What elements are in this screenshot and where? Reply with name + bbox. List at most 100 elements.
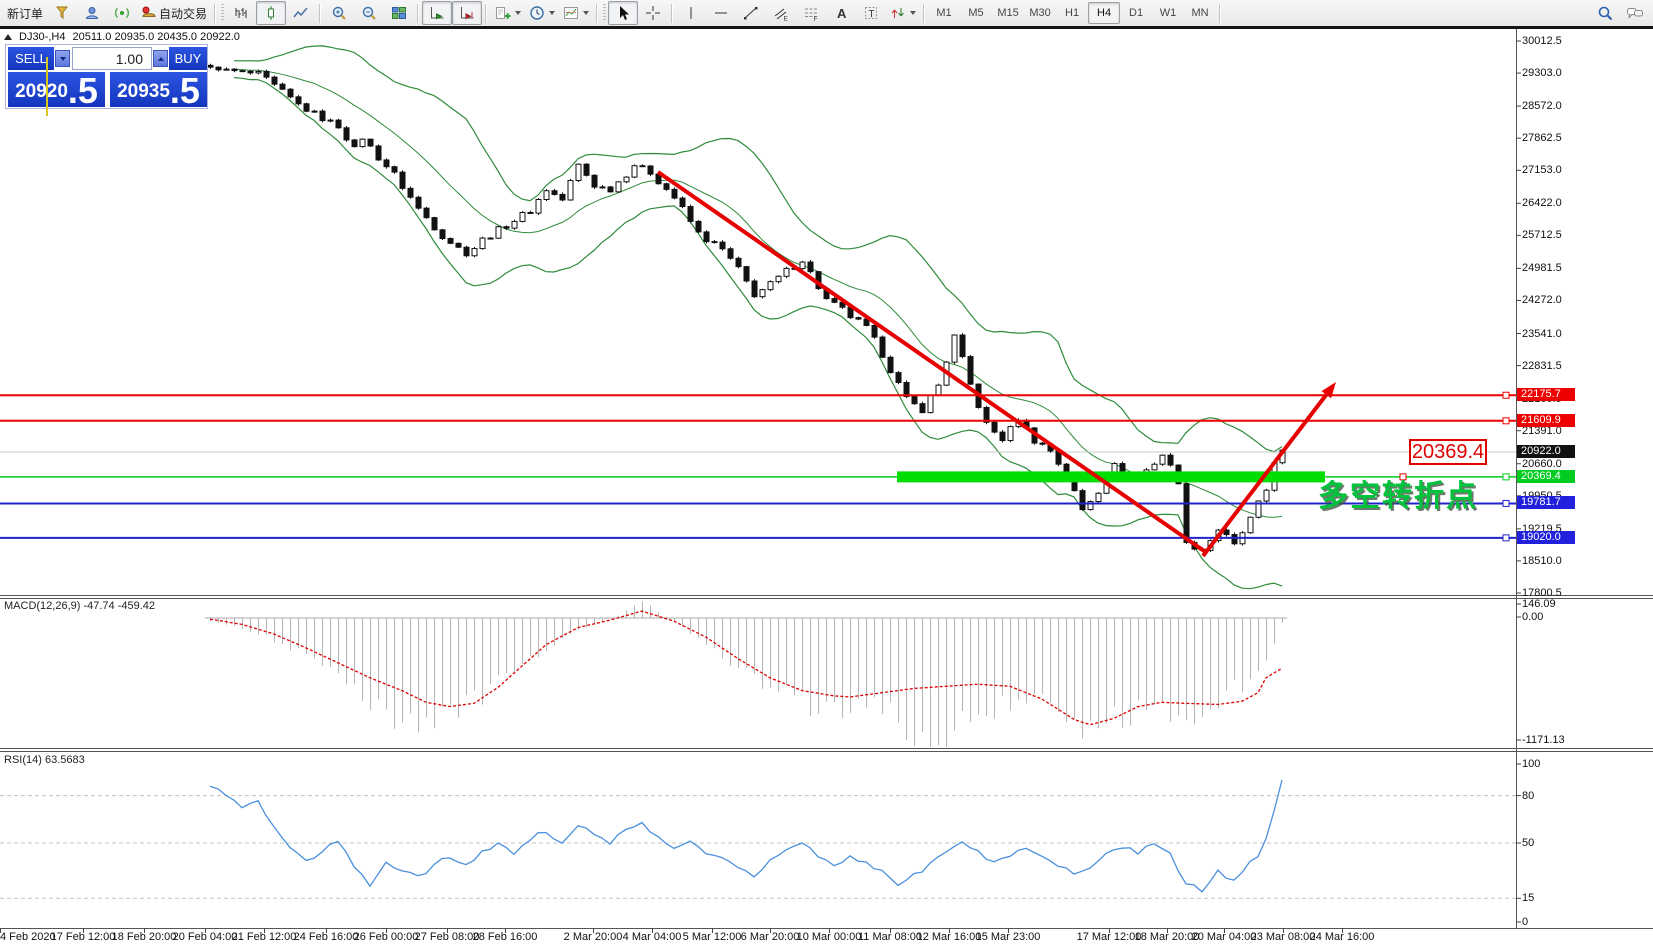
candle-body bbox=[968, 357, 973, 385]
pivot-annotation[interactable]: 多空转折点 bbox=[1318, 471, 1478, 515]
candle-body bbox=[1184, 484, 1189, 543]
fibonacci-button[interactable]: F bbox=[796, 1, 826, 25]
candle-body bbox=[352, 140, 357, 147]
bar-chart-button[interactable] bbox=[226, 1, 256, 25]
candle-body bbox=[776, 276, 781, 281]
vertical-line-button[interactable] bbox=[676, 1, 706, 25]
candle-body bbox=[208, 65, 213, 67]
fibonacci-icon: F bbox=[803, 5, 819, 21]
candle-body bbox=[416, 197, 421, 208]
volume-input[interactable] bbox=[72, 47, 152, 70]
line-chart-button[interactable] bbox=[286, 1, 316, 25]
zoom-in-button[interactable] bbox=[324, 1, 354, 25]
bollinger-middle bbox=[234, 69, 1282, 517]
volume-increase-button[interactable] bbox=[153, 50, 168, 67]
candle-body bbox=[960, 335, 965, 357]
auto-trading-label: 自动交易 bbox=[159, 5, 207, 22]
line-handle[interactable] bbox=[1503, 474, 1509, 480]
candle-body bbox=[888, 357, 893, 372]
auto-trading-button[interactable]: 自动交易 bbox=[137, 1, 211, 25]
zoom-in-icon bbox=[331, 5, 347, 21]
collapse-arrow-icon[interactable] bbox=[4, 34, 12, 40]
zoom-out-button[interactable] bbox=[354, 1, 384, 25]
line-handle[interactable] bbox=[1503, 500, 1509, 506]
candlestick-chart-button[interactable] bbox=[256, 1, 286, 25]
candle-body bbox=[568, 181, 573, 200]
candle-body bbox=[1080, 491, 1085, 510]
timeframe-h4[interactable]: H4 bbox=[1088, 2, 1120, 24]
chart-canvas[interactable]: 30012.529303.028572.027862.527153.026422… bbox=[0, 0, 1653, 949]
line-handle[interactable] bbox=[1503, 418, 1509, 424]
crosshair-icon bbox=[645, 5, 661, 21]
candle-body bbox=[384, 160, 389, 167]
text-label-button[interactable]: T bbox=[856, 1, 886, 25]
chat-button[interactable] bbox=[1620, 1, 1650, 25]
candle-body bbox=[728, 249, 733, 259]
candle-body bbox=[480, 238, 485, 249]
candle-body bbox=[616, 182, 621, 192]
arrows-tool-button[interactable] bbox=[886, 1, 920, 25]
level-price-label[interactable]: 20369.4 bbox=[1409, 439, 1487, 465]
candle-body bbox=[704, 232, 709, 242]
timeframe-mn[interactable]: MN bbox=[1184, 2, 1216, 24]
candle-body bbox=[224, 69, 229, 70]
auto-scroll-button[interactable] bbox=[422, 1, 452, 25]
toolbar-separator bbox=[214, 4, 216, 23]
downtrend-line[interactable] bbox=[658, 172, 1207, 553]
buy-price-display[interactable]: 20935 .5 bbox=[110, 72, 207, 107]
filter-button[interactable] bbox=[47, 1, 77, 25]
timeframe-w1[interactable]: W1 bbox=[1152, 2, 1184, 24]
candle-body bbox=[312, 111, 317, 112]
search-button[interactable] bbox=[1590, 1, 1620, 25]
trendline-button[interactable] bbox=[736, 1, 766, 25]
timeframe-m5[interactable]: M5 bbox=[960, 2, 992, 24]
volume-decrease-button[interactable] bbox=[55, 50, 70, 67]
new-order-button[interactable]: 新订单 bbox=[3, 1, 47, 25]
cursor-button[interactable] bbox=[608, 1, 638, 25]
candle-body bbox=[440, 230, 445, 239]
chart-shift-button[interactable] bbox=[452, 1, 482, 25]
candle-body bbox=[448, 239, 453, 244]
candle-body bbox=[736, 258, 741, 266]
zoom-out-icon bbox=[361, 5, 377, 21]
candle-body bbox=[1168, 455, 1173, 465]
horizontal-line-button[interactable] bbox=[706, 1, 736, 25]
signal-button[interactable] bbox=[107, 1, 137, 25]
vertical-line-object[interactable] bbox=[46, 57, 48, 116]
candle-body bbox=[488, 238, 493, 239]
timeframe-m30[interactable]: M30 bbox=[1024, 2, 1056, 24]
buy-price-frac: .5 bbox=[170, 75, 200, 107]
timeframe-m15[interactable]: M15 bbox=[992, 2, 1024, 24]
bollinger-upper bbox=[234, 46, 1282, 452]
periods-button[interactable] bbox=[525, 1, 559, 25]
candle-body bbox=[1232, 535, 1237, 544]
sell-price-display[interactable]: 20920 .5 bbox=[8, 72, 105, 107]
chat-bubbles-icon bbox=[1626, 5, 1644, 21]
candle-body bbox=[280, 84, 285, 89]
indicators-button[interactable] bbox=[490, 1, 525, 25]
tile-windows-button[interactable] bbox=[384, 1, 414, 25]
candle-body bbox=[672, 189, 677, 198]
timeframe-d1[interactable]: D1 bbox=[1120, 2, 1152, 24]
line-handle[interactable] bbox=[1503, 392, 1509, 398]
timeframe-m1[interactable]: M1 bbox=[928, 2, 960, 24]
profile-button[interactable] bbox=[77, 1, 107, 25]
template-chart-icon bbox=[563, 5, 579, 21]
buy-button[interactable]: BUY bbox=[169, 47, 207, 70]
auto-trading-icon bbox=[141, 5, 157, 21]
equidistant-channel-button[interactable]: E bbox=[766, 1, 796, 25]
line-handle[interactable] bbox=[1503, 535, 1509, 541]
candle-body bbox=[1160, 455, 1165, 464]
buy-price-int: 20935 bbox=[117, 81, 170, 107]
candlestick-chart-icon bbox=[263, 5, 279, 21]
timeframe-h1[interactable]: H1 bbox=[1056, 2, 1088, 24]
candle-body bbox=[400, 172, 405, 188]
profile-icon bbox=[84, 5, 100, 21]
crosshair-button[interactable] bbox=[638, 1, 668, 25]
text-tool-button[interactable]: A bbox=[826, 1, 856, 25]
toolbar-separator bbox=[671, 4, 673, 23]
candle-body bbox=[1264, 490, 1269, 501]
candle-body bbox=[464, 247, 469, 256]
bar-chart-icon bbox=[233, 5, 249, 21]
templates-button[interactable] bbox=[559, 1, 593, 25]
